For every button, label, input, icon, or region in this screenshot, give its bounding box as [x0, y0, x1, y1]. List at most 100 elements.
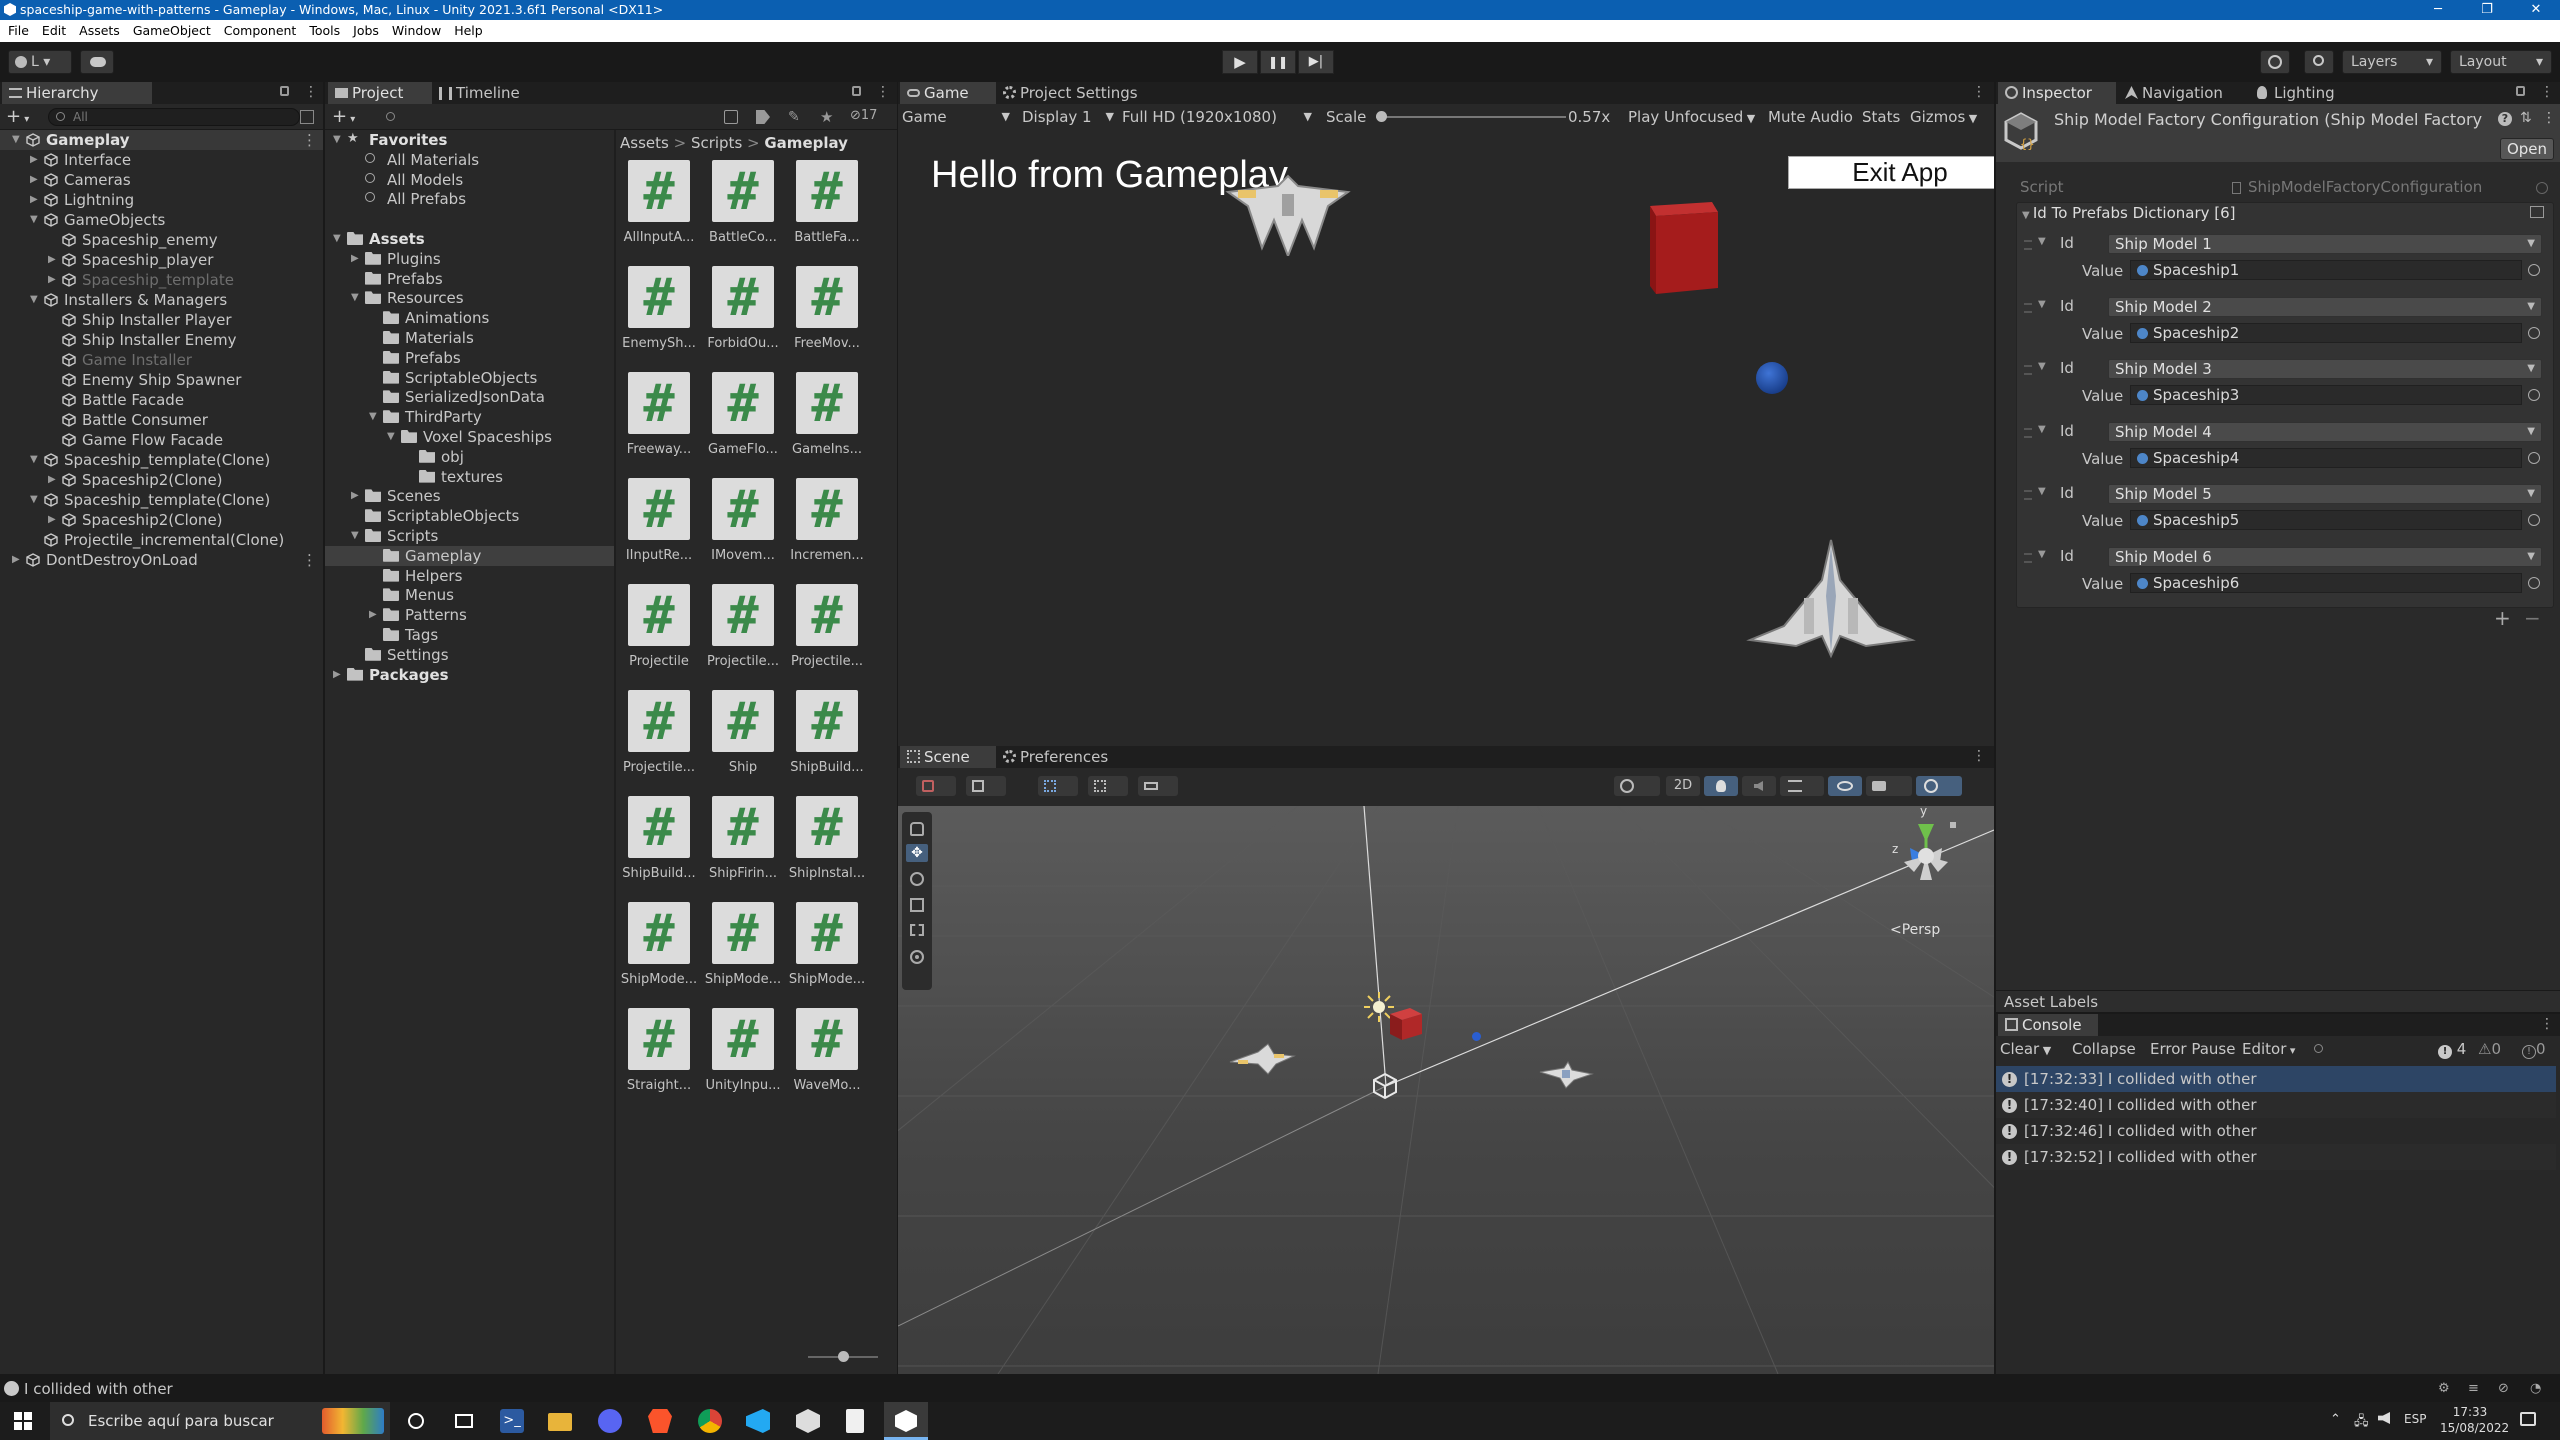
- expand-arrow-closed-icon[interactable]: ▶: [30, 170, 40, 190]
- expand-arrow-open-icon[interactable]: ▼: [2038, 236, 2046, 247]
- warning-count-toggle[interactable]: ⚠0: [2478, 1036, 2501, 1062]
- script-asset[interactable]: # Freeway...: [620, 372, 698, 472]
- entry-value-field[interactable]: Spaceship6: [2130, 572, 2522, 593]
- script-asset[interactable]: # GameFlo...: [704, 372, 782, 472]
- row-menu-icon[interactable]: ⋮: [302, 130, 317, 150]
- menu-jobs[interactable]: Jobs: [353, 23, 379, 38]
- project-tree-row[interactable]: All Materials: [325, 150, 615, 170]
- slider-thumb[interactable]: [838, 1351, 849, 1362]
- search-options-icon[interactable]: [300, 110, 314, 124]
- project-search-input[interactable]: [374, 108, 720, 126]
- projection-toggle[interactable]: <Persp: [1890, 922, 1940, 938]
- step-button[interactable]: ▶|: [1298, 50, 1334, 74]
- notepad-icon[interactable]: [846, 1409, 864, 1433]
- play-button[interactable]: ▶: [1222, 50, 1258, 74]
- icon-size-slider[interactable]: [808, 1351, 878, 1362]
- dictionary-header[interactable]: ▼ Id To Prefabs Dictionary [6]: [2022, 204, 2236, 222]
- exit-app-button[interactable]: Exit App: [1788, 156, 1994, 189]
- menu-gameobject[interactable]: GameObject: [133, 23, 211, 38]
- console-search-icon[interactable]: [2314, 1044, 2323, 1053]
- view-gizmo[interactable]: [1876, 820, 1976, 900]
- project-tree-row[interactable]: ▶ Plugins: [325, 249, 615, 269]
- script-asset[interactable]: # ShipFirin...: [704, 796, 782, 896]
- unity-editor-taskbar-button[interactable]: [884, 1402, 928, 1440]
- script-asset[interactable]: # ForbidOu...: [704, 266, 782, 366]
- script-asset[interactable]: # ShipBuild...: [788, 690, 866, 790]
- powershell-icon[interactable]: >_: [500, 1409, 524, 1433]
- open-button[interactable]: Open: [2500, 138, 2554, 160]
- hierarchy-row[interactable]: ▼ Installers & Managers: [0, 290, 323, 310]
- expand-arrow-open-icon[interactable]: ▼: [369, 407, 379, 427]
- script-asset[interactable]: # IInputRe...: [620, 478, 698, 578]
- tab-project-settings[interactable]: Project Settings: [996, 82, 1176, 104]
- drag-handle-icon[interactable]: [2024, 552, 2032, 563]
- object-picker-icon[interactable]: [2528, 264, 2540, 276]
- entry-id-dropdown[interactable]: Ship Model 4 ▼: [2108, 421, 2542, 442]
- script-asset[interactable]: # Projectile...: [620, 690, 698, 790]
- breadcrumb-assets[interactable]: Assets: [620, 134, 669, 152]
- hierarchy-row[interactable]: ▼ Spaceship_template(Clone): [0, 450, 323, 470]
- expand-arrow-closed-icon[interactable]: ▶: [369, 605, 379, 625]
- entry-value-field[interactable]: Spaceship1: [2130, 260, 2522, 280]
- scale-slider[interactable]: [1376, 111, 1566, 122]
- hand-tool-icon[interactable]: [910, 822, 924, 836]
- cloud-button[interactable]: [80, 50, 114, 74]
- error-count-toggle[interactable]: ! 0: [2522, 1036, 2546, 1062]
- maximize-button[interactable]: ❐: [2467, 0, 2507, 20]
- tab-lighting[interactable]: Lighting: [2250, 82, 2360, 104]
- project-tree-row[interactable]: ScriptableObjects: [325, 506, 615, 526]
- pause-button[interactable]: ❚❚: [1260, 50, 1296, 74]
- script-asset[interactable]: # GameIns...: [788, 372, 866, 472]
- taskbar-search-box[interactable]: Escribe aquí para buscar: [50, 1402, 390, 1440]
- layout-dropdown[interactable]: Layout ▾: [2450, 50, 2552, 74]
- object-picker-icon[interactable]: [2528, 576, 2540, 589]
- collapse-toggle[interactable]: Collapse: [2072, 1036, 2136, 1062]
- project-tree-row[interactable]: All Prefabs: [325, 189, 615, 209]
- gizmos-dropdown[interactable]: [1916, 776, 1962, 796]
- expand-arrow-open-icon[interactable]: ▼: [30, 290, 40, 310]
- task-view-icon[interactable]: [452, 1409, 476, 1433]
- script-asset[interactable]: # Incremen...: [788, 478, 866, 578]
- drag-handle-icon[interactable]: [2024, 365, 2032, 375]
- draw-mode-dropdown[interactable]: [916, 776, 956, 796]
- project-tree-row[interactable]: ▼ ThirdParty: [325, 407, 615, 427]
- lighting-toggle[interactable]: [1704, 776, 1738, 796]
- script-asset[interactable]: # Projectile...: [788, 584, 866, 684]
- expand-arrow-closed-icon[interactable]: ▶: [351, 486, 361, 506]
- breadcrumb-gameplay[interactable]: Gameplay: [764, 134, 848, 152]
- project-tree-row[interactable]: ▶ Packages: [325, 665, 615, 685]
- layers-dropdown[interactable]: Layers ▾: [2342, 50, 2442, 74]
- project-tree-row[interactable]: Helpers: [325, 566, 615, 586]
- favorite-star-icon[interactable]: ★: [820, 108, 833, 126]
- add-object-button[interactable]: + ▾: [6, 106, 29, 127]
- menu-edit[interactable]: Edit: [42, 23, 66, 38]
- expand-arrow-open-icon[interactable]: ▼: [30, 450, 40, 470]
- panel-menu-icon[interactable]: ⋮: [1972, 748, 1986, 764]
- object-picker-icon[interactable]: [2528, 514, 2540, 526]
- row-menu-icon[interactable]: ⋮: [302, 550, 317, 570]
- project-tree-row[interactable]: SerializedJsonData: [325, 387, 615, 407]
- menu-file[interactable]: File: [8, 23, 29, 38]
- hierarchy-row[interactable]: ▼ GameObjects: [0, 210, 323, 230]
- scene-visibility-toggle[interactable]: [1828, 776, 1862, 796]
- menu-component[interactable]: Component: [224, 23, 297, 38]
- expand-arrow-closed-icon[interactable]: ▶: [30, 190, 40, 210]
- file-explorer-icon[interactable]: [548, 1413, 572, 1431]
- lock-icon[interactable]: [852, 86, 861, 96]
- tab-project[interactable]: Project: [328, 82, 432, 104]
- script-asset[interactable]: # ShipMode...: [620, 902, 698, 1002]
- hierarchy-row[interactable]: ▶ DontDestroyOnLoad ⋮: [0, 550, 323, 570]
- entry-value-field[interactable]: Spaceship5: [2130, 510, 2522, 530]
- menu-window[interactable]: Window: [392, 23, 441, 38]
- object-picker-icon[interactable]: [2528, 389, 2540, 401]
- hierarchy-search-input[interactable]: All: [48, 108, 300, 126]
- drag-handle-icon[interactable]: [2024, 302, 2032, 313]
- close-button[interactable]: ✕: [2516, 0, 2556, 20]
- hierarchy-row[interactable]: Spaceship_enemy: [0, 230, 323, 250]
- project-tree-row[interactable]: Prefabs: [325, 348, 615, 368]
- editor-dropdown[interactable]: Editor ▾: [2242, 1036, 2295, 1064]
- script-asset[interactable]: # Projectile...: [704, 584, 782, 684]
- lock-icon[interactable]: [280, 86, 289, 96]
- project-tree-row[interactable]: ▼ Voxel Spaceships: [325, 427, 615, 447]
- project-tree-row[interactable]: All Models: [325, 170, 615, 190]
